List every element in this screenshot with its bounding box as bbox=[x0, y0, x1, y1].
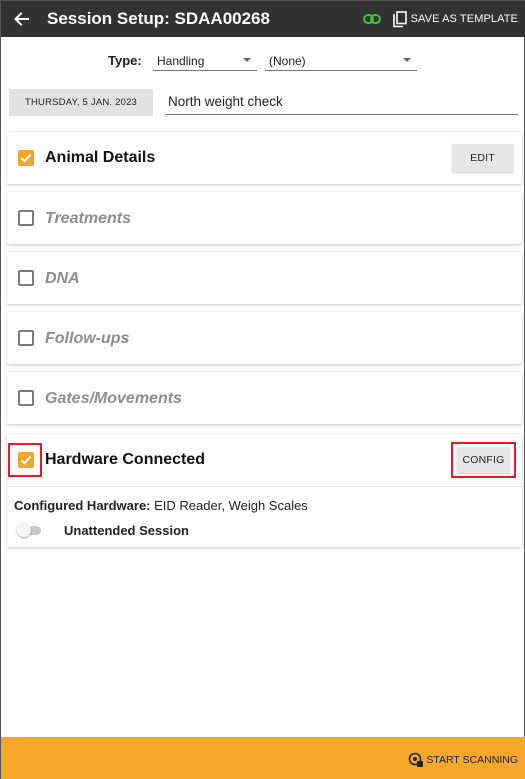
type-select[interactable]: Handling bbox=[153, 49, 257, 71]
subtype-select-value: (None) bbox=[269, 54, 306, 68]
animal-details-row: Animal Details EDIT bbox=[7, 132, 522, 184]
toggle-thumb bbox=[17, 523, 31, 537]
description-input[interactable] bbox=[166, 89, 518, 115]
follow-ups-title: Follow-ups bbox=[45, 330, 130, 347]
chevron-down-icon bbox=[403, 58, 411, 62]
configured-hardware-label: Configured Hardware: bbox=[14, 498, 151, 513]
copy-icon bbox=[392, 10, 407, 27]
chevron-down-icon bbox=[243, 58, 251, 62]
type-label: Type: bbox=[108, 53, 142, 68]
save-as-template-label: SAVE AS TEMPLATE bbox=[410, 13, 518, 25]
hardware-title: Hardware Connected bbox=[45, 451, 206, 468]
treatments-card: Treatments bbox=[7, 192, 522, 244]
dna-checkbox[interactable] bbox=[18, 270, 34, 286]
follow-ups-card: Follow-ups bbox=[7, 312, 522, 364]
subtype-select[interactable]: (None) bbox=[265, 49, 417, 71]
unattended-session-toggle[interactable] bbox=[17, 523, 43, 537]
unattended-session-label: Unattended Session bbox=[64, 523, 189, 538]
save-as-template-button[interactable]: SAVE AS TEMPLATE bbox=[392, 1, 525, 37]
configured-hardware-value: EID Reader, Weigh Scales bbox=[154, 498, 308, 513]
checkmark-icon bbox=[20, 154, 32, 163]
divider bbox=[7, 486, 522, 487]
app-bar: Session Setup: SDAA00268 SAVE AS TEMPLAT… bbox=[1, 1, 525, 37]
treatments-title: Treatments bbox=[45, 210, 131, 227]
link-button[interactable] bbox=[359, 1, 385, 37]
hardware-card: Hardware Connected CONFIG Configured Har… bbox=[7, 434, 522, 547]
configured-hardware-line: Configured Hardware: EID Reader, Weigh S… bbox=[14, 498, 308, 513]
start-scanning-label: START SCANNING bbox=[426, 754, 518, 766]
treatments-checkbox[interactable] bbox=[18, 210, 34, 226]
bottom-bar: START SCANNING bbox=[1, 737, 525, 779]
dna-card: DNA bbox=[7, 252, 522, 304]
scan-icon bbox=[409, 752, 424, 767]
start-scanning-button[interactable]: START SCANNING bbox=[408, 752, 518, 768]
gates-movements-title: Gates/Movements bbox=[45, 390, 182, 407]
back-button[interactable] bbox=[1, 1, 41, 37]
hardware-checkbox[interactable] bbox=[18, 452, 34, 468]
gates-movements-card: Gates/Movements bbox=[7, 372, 522, 424]
animal-details-checkbox[interactable] bbox=[18, 150, 34, 166]
animal-details-title: Animal Details bbox=[45, 149, 156, 166]
page-title: Session Setup: SDAA00268 bbox=[47, 9, 270, 28]
type-select-value: Handling bbox=[157, 54, 205, 68]
follow-ups-checkbox[interactable] bbox=[18, 330, 34, 346]
checkmark-icon bbox=[20, 456, 32, 465]
link-icon bbox=[362, 14, 381, 24]
app: Session Setup: SDAA00268 SAVE AS TEMPLAT… bbox=[1, 1, 525, 779]
dna-title: DNA bbox=[45, 270, 80, 287]
config-button[interactable]: CONFIG bbox=[457, 447, 510, 473]
date-button[interactable]: THURSDAY, 5 JAN. 2023 bbox=[9, 89, 153, 116]
animal-details-card: Animal Details EDIT bbox=[7, 132, 522, 184]
type-row: Type: Handling (None) bbox=[1, 49, 525, 73]
gates-movements-checkbox[interactable] bbox=[18, 390, 34, 406]
edit-button[interactable]: EDIT bbox=[452, 144, 513, 172]
arrow-left-icon bbox=[14, 12, 29, 26]
